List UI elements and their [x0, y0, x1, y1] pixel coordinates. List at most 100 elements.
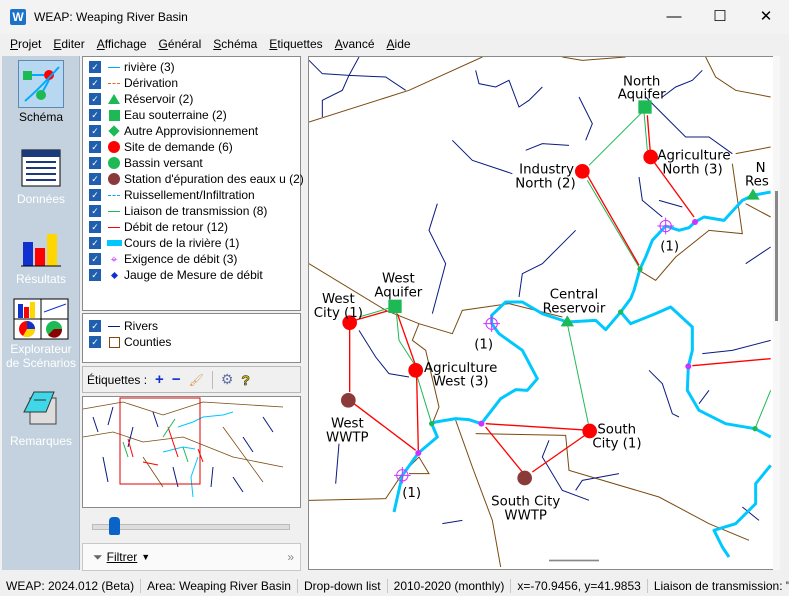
- layer-label: Rivers: [124, 319, 159, 333]
- checkbox-icon[interactable]: ✓: [89, 189, 101, 201]
- county-box-icon: [106, 336, 122, 348]
- west-aquifer-node[interactable]: [388, 299, 402, 313]
- nav-donnees-label: Données: [16, 192, 66, 206]
- slider-thumb[interactable]: [109, 517, 120, 535]
- zoom-slider[interactable]: [90, 516, 290, 538]
- menu-projet[interactable]: Projet: [10, 37, 41, 51]
- status-selection: Liaison de transmission: "Noe: [648, 579, 789, 593]
- map-hscroll-thumb[interactable]: [549, 559, 599, 562]
- legend-item[interactable]: ✓ Station d'épuration des eaux u (2): [83, 171, 304, 187]
- schematic-map[interactable]: North Aquifer Industry North (2) Agricultu…: [308, 56, 780, 570]
- legend-item[interactable]: ✓ ⌖ Exigence de débit (3): [83, 251, 300, 267]
- chevron-down-icon[interactable]: ▼: [141, 552, 150, 562]
- legend-item[interactable]: ✓ rivière (3): [83, 59, 300, 75]
- overview-map[interactable]: [82, 396, 301, 508]
- checkbox-icon[interactable]: ✓: [89, 77, 101, 89]
- menu-affichage[interactable]: Affichage: [97, 37, 147, 51]
- checkbox-icon[interactable]: ✓: [89, 269, 101, 281]
- filter-button[interactable]: Filtrer: [107, 550, 138, 564]
- results-icon: [20, 228, 62, 270]
- nav-donnees[interactable]: Données: [2, 148, 80, 206]
- filter-bar: ⏷ Filtrer ▼ »: [82, 543, 301, 571]
- legend-label: Eau souterraine (2): [124, 108, 227, 122]
- checkbox-icon[interactable]: ✓: [89, 336, 101, 348]
- slider-track: [92, 524, 290, 530]
- industry-north-node[interactable]: [575, 164, 590, 179]
- title-bar: W WEAP: Weaping River Basin — ☐ ✕: [0, 0, 789, 34]
- checkbox-icon[interactable]: ✓: [89, 61, 101, 73]
- brush-icon[interactable]: 🖌: [189, 373, 204, 387]
- legend-item[interactable]: ✓ Jauge de Mesure de débit: [83, 267, 300, 283]
- svg-text:South City: South City: [491, 495, 560, 510]
- legend-label: Débit de retour (12): [124, 220, 229, 234]
- svg-text:Res: Res: [745, 174, 769, 189]
- checkbox-icon[interactable]: ✓: [89, 253, 101, 265]
- menu-schema[interactable]: Schéma: [213, 37, 257, 51]
- west-wwtp-node[interactable]: [341, 393, 356, 408]
- weap-logo-icon: W: [10, 9, 26, 25]
- add-label-button[interactable]: +: [155, 371, 164, 388]
- layers-panel: ✓ Rivers ✓ Counties: [82, 313, 301, 363]
- legend-item[interactable]: ✓ Liaison de transmission (8): [83, 203, 300, 219]
- layer-rivers[interactable]: ✓ Rivers: [83, 318, 300, 334]
- svg-text:North: North: [623, 74, 660, 89]
- checkbox-icon[interactable]: ✓: [89, 237, 101, 249]
- checkbox-icon[interactable]: ✓: [89, 93, 101, 105]
- legend-item[interactable]: ✓ Eau souterraine (2): [83, 107, 300, 123]
- legend-item[interactable]: ✓ Autre Approvisionnement: [83, 123, 300, 139]
- agriculture-north-node[interactable]: [643, 149, 658, 165]
- legend-symbol-icon: [106, 205, 122, 217]
- checkbox-icon[interactable]: ✓: [89, 205, 101, 217]
- nav-schema[interactable]: Schéma: [2, 60, 80, 124]
- menu-etiquettes[interactable]: Etiquettes: [269, 37, 322, 51]
- legend-item[interactable]: ✓ Dérivation: [83, 75, 300, 91]
- nav-remarques[interactable]: Remarques: [2, 390, 80, 448]
- legend-item[interactable]: ✓ Site de demande (6): [83, 139, 300, 155]
- legend-item[interactable]: ✓ Réservoir (2): [83, 91, 300, 107]
- legend-item[interactable]: ✓ Ruissellement/Infiltration: [83, 187, 300, 203]
- checkbox-icon[interactable]: ✓: [89, 125, 101, 137]
- checkbox-icon[interactable]: ✓: [89, 221, 101, 233]
- south-city-node[interactable]: [582, 423, 597, 439]
- layer-counties[interactable]: ✓ Counties: [83, 334, 300, 350]
- menu-general[interactable]: Général: [159, 37, 202, 51]
- help-icon[interactable]: ?: [241, 371, 250, 388]
- map-vscroll[interactable]: [773, 56, 780, 570]
- status-bar: WEAP: 2024.012 (Beta) Area: Weaping Rive…: [0, 575, 789, 596]
- menu-editer[interactable]: Editer: [53, 37, 84, 51]
- overview-hscroll[interactable]: [83, 509, 300, 513]
- checkbox-icon[interactable]: ✓: [89, 141, 101, 153]
- remove-label-button[interactable]: −: [172, 371, 181, 388]
- legend-label: Autre Approvisionnement: [124, 124, 259, 138]
- svg-text:North (3): North (3): [662, 163, 722, 178]
- menu-avance[interactable]: Avancé: [335, 37, 375, 51]
- legend-panel: ✓ rivière (3) ✓ Dérivation ✓ Réservoir (2) ✓ Ea…: [82, 56, 304, 311]
- expand-icon[interactable]: »: [287, 550, 294, 564]
- legend-symbol-icon: [106, 77, 122, 89]
- checkbox-icon[interactable]: ✓: [89, 320, 101, 332]
- close-button[interactable]: ✕: [743, 0, 789, 34]
- legend-item[interactable]: ✓ Cours de la rivière (1): [83, 235, 300, 251]
- layer-label: Counties: [124, 335, 172, 349]
- view-bar: Schéma Données Résultats Explorateur de …: [2, 56, 80, 570]
- south-city-wwtp-node[interactable]: [517, 470, 532, 486]
- nav-explorateur[interactable]: Explorateur de Scénarios: [2, 298, 80, 370]
- menu-bar: Projet Editer Affichage Général Schéma E…: [0, 34, 789, 54]
- nav-resultats[interactable]: Résultats: [2, 228, 80, 286]
- agriculture-west-node[interactable]: [408, 363, 423, 378]
- menu-aide[interactable]: Aide: [387, 37, 411, 51]
- legend-item[interactable]: ✓ Débit de retour (12): [83, 219, 300, 235]
- nav-explorateur-label: Explorateur de Scénarios: [5, 342, 77, 370]
- legend-item[interactable]: ✓ Bassin versant: [83, 155, 300, 171]
- checkbox-icon[interactable]: ✓: [89, 157, 101, 169]
- nav-schema-label: Schéma: [18, 110, 64, 124]
- maximize-button[interactable]: ☐: [697, 0, 743, 34]
- legend-symbol-icon: [106, 109, 122, 121]
- gear-icon[interactable]: ⚙: [221, 371, 234, 388]
- checkbox-icon[interactable]: ✓: [89, 173, 101, 185]
- status-version: WEAP: 2024.012 (Beta): [0, 578, 142, 593]
- checkbox-icon[interactable]: ✓: [89, 109, 101, 121]
- svg-text:West: West: [382, 271, 415, 286]
- legend-label: Jauge de Mesure de débit: [124, 268, 263, 282]
- minimize-button[interactable]: —: [651, 0, 697, 34]
